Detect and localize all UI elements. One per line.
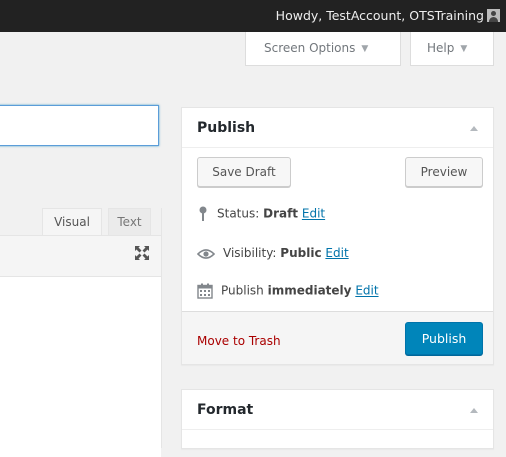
editor-content-area[interactable] (0, 277, 161, 457)
tab-text[interactable]: Text (108, 208, 151, 235)
calendar-icon (197, 283, 213, 299)
dropdown-arrow-icon: ▼ (460, 44, 468, 54)
collapse-arrow-icon[interactable] (470, 126, 478, 131)
tab-visual[interactable]: Visual (42, 208, 102, 235)
publish-box-header[interactable]: Publish (182, 108, 493, 148)
preview-button[interactable]: Preview (405, 157, 483, 187)
post-status-row: Status: Draft Edit (197, 206, 325, 222)
edit-status-link[interactable]: Edit (302, 207, 325, 221)
user-avatar-icon[interactable] (487, 9, 500, 22)
post-title-input[interactable] (0, 105, 159, 146)
screen-options-button[interactable]: Screen Options ▼ (245, 32, 401, 66)
help-button[interactable]: Help ▼ (410, 32, 494, 66)
save-draft-button[interactable]: Save Draft (197, 157, 291, 187)
schedule-value: immediately (267, 283, 352, 298)
move-to-trash-link[interactable]: Move to Trash (197, 334, 281, 348)
format-box-header[interactable]: Format (182, 390, 493, 430)
howdy-account-link[interactable]: Howdy, TestAccount, OTSTraining (276, 0, 484, 32)
visibility-label: Visibility: (223, 246, 277, 260)
post-visibility-row: Visibility: Public Edit (197, 246, 349, 260)
publish-box: Publish Save Draft Preview Status: Draft… (181, 107, 494, 365)
format-box-title: Format (197, 402, 254, 418)
eye-icon (197, 248, 215, 259)
schedule-label: Publish (221, 283, 264, 298)
admin-bar: Howdy, TestAccount, OTSTraining (0, 0, 506, 32)
screen-options-label: Screen Options (264, 41, 356, 55)
help-label: Help (427, 41, 455, 55)
status-value: Draft (263, 206, 299, 221)
edit-visibility-link[interactable]: Edit (325, 246, 348, 260)
major-publishing-actions: Move to Trash Publish (182, 311, 493, 364)
edit-schedule-link[interactable]: Edit (355, 284, 378, 298)
format-box: Format (181, 389, 494, 449)
status-label: Status: (217, 206, 260, 221)
dropdown-arrow-icon: ▼ (361, 44, 369, 54)
expand-icon[interactable] (133, 244, 151, 262)
pin-icon (199, 206, 207, 221)
publish-button[interactable]: Publish (405, 322, 483, 355)
visibility-value: Public (280, 246, 322, 260)
collapse-arrow-icon[interactable] (470, 408, 478, 413)
publish-box-title: Publish (197, 120, 256, 136)
publish-schedule-row: Publish immediately Edit (197, 283, 379, 299)
